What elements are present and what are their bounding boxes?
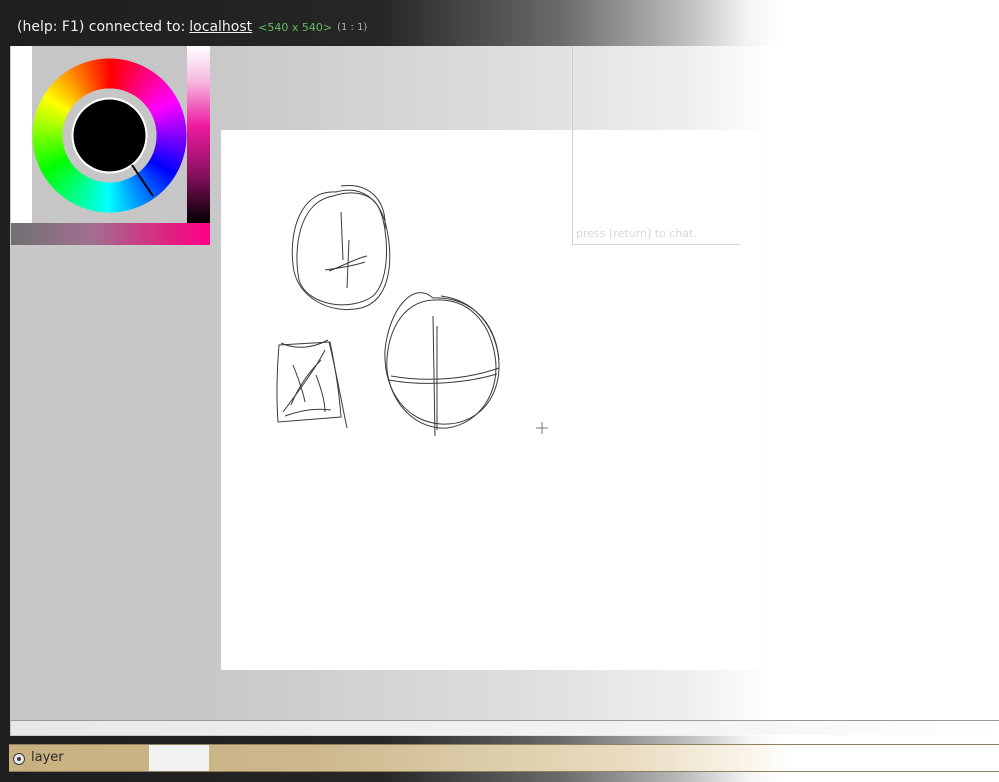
chat-panel[interactable]: press [return] to chat. — [572, 46, 740, 245]
canvas-dimensions: <540 x 540> — [258, 20, 333, 34]
value-slider[interactable] — [187, 46, 210, 223]
host-link[interactable]: localhost — [189, 19, 252, 35]
layer-thumbnail[interactable] — [149, 745, 209, 771]
help-text: (help: F1) connected to: — [17, 19, 186, 35]
zoom-ratio: (1 : 1) — [337, 21, 368, 33]
sketch-circle-large — [384, 292, 500, 437]
eye-icon[interactable] — [13, 753, 25, 765]
layer-name[interactable]: layer — [31, 750, 64, 765]
chat-input-hint[interactable]: press [return] to chat. — [576, 227, 697, 240]
layer-bar: layer — [9, 744, 999, 772]
color-wheel-icon[interactable] — [32, 46, 187, 223]
color-strip[interactable] — [11, 46, 32, 223]
horizontal-scrollbar[interactable] — [11, 720, 999, 735]
saturation-slider[interactable] — [11, 223, 210, 245]
current-color-swatch[interactable] — [73, 99, 146, 172]
color-wheel[interactable] — [32, 46, 187, 223]
crosshair-cursor-icon — [536, 422, 548, 434]
title-bar: (help: F1) connected to: localhost <540 … — [0, 10, 760, 44]
sketch-circle-small — [291, 185, 391, 310]
sketch-square — [276, 339, 348, 429]
color-palette[interactable] — [11, 46, 210, 245]
